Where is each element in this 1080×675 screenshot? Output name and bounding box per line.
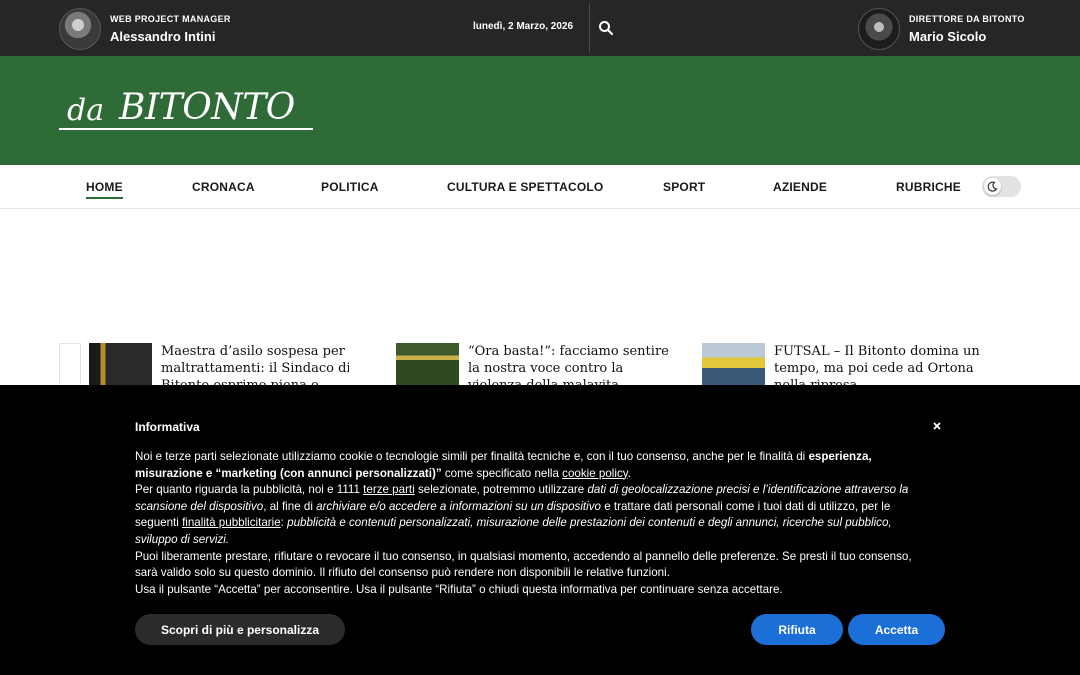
article-card[interactable]: FUTSAL – Il Bitonto domina un tempo, ma … [702, 343, 982, 385]
ad-purposes-link[interactable]: finalità pubblicitarie [182, 516, 281, 529]
avatar [858, 8, 900, 50]
site-header: da BITONTO [0, 56, 1080, 165]
main-nav: HOME CRONACA POLITICA CULTURA E SPETTACO… [0, 165, 1080, 209]
logo-prefix: da [67, 93, 105, 128]
nav-item-home[interactable]: HOME [86, 180, 123, 199]
divider [589, 3, 590, 53]
article-thumbnail [89, 343, 152, 385]
nav-item-cronaca[interactable]: CRONACA [192, 180, 255, 194]
third-parties-link[interactable]: terze parti [363, 483, 415, 496]
article-card[interactable]: Maestra d’asilo sospesa per maltrattamen… [89, 343, 349, 385]
web-project-manager[interactable]: WEB PROJECT MANAGER Alessandro Intini [59, 8, 231, 50]
close-icon[interactable] [929, 418, 945, 434]
cookie-paragraph-1: Noi e terze parti selezionate utilizziam… [135, 450, 872, 480]
cookie-text: Noi e terze parti selezionate utilizziam… [135, 449, 935, 598]
person-role: DIRETTORE DA BITONTO [909, 13, 1025, 24]
cookie-policy-link[interactable]: cookie policy [562, 467, 628, 480]
nav-item-rubriche[interactable]: RUBRICHE [896, 180, 961, 194]
person-role: WEB PROJECT MANAGER [110, 13, 231, 24]
cookie-title: Informativa [135, 420, 200, 434]
avatar [59, 8, 101, 50]
cookie-banner: Informativa Noi e terze parti selezionat… [0, 385, 1080, 675]
moon-icon [984, 178, 1001, 195]
cookie-paragraph-3: Puoi liberamente prestare, rifiutare o r… [135, 549, 912, 580]
accept-button[interactable]: Accetta [848, 614, 945, 645]
person-name: Alessandro Intini [110, 28, 216, 44]
article-title[interactable]: FUTSAL – Il Bitonto domina un tempo, ma … [774, 343, 982, 385]
cookie-paragraph-4: Usa il pulsante “Accetta” per acconsenti… [135, 582, 783, 596]
article-thumbnail [396, 343, 459, 385]
site-logo[interactable]: da BITONTO [59, 90, 313, 132]
person-name: Mario Sicolo [909, 28, 987, 44]
logo-name: BITONTO [119, 87, 295, 128]
article-card[interactable]: “Ora basta!”: facciamo sentire la nostra… [396, 343, 676, 385]
nav-item-sport[interactable]: SPORT [663, 180, 705, 194]
dark-mode-toggle[interactable] [982, 176, 1021, 197]
learn-more-customize-button[interactable]: Scopri di più e personalizza [135, 614, 345, 645]
article-title[interactable]: “Ora basta!”: facciamo sentire la nostra… [468, 343, 676, 385]
director[interactable]: DIRETTORE DA BITONTO Mario Sicolo [858, 8, 1025, 50]
reject-button[interactable]: Rifiuta [751, 614, 843, 645]
nav-item-cultura[interactable]: CULTURA E SPETTACOLO [447, 180, 603, 194]
article-thumbnail [702, 343, 765, 385]
current-date: lunedì, 2 Marzo, 2026 [473, 21, 574, 32]
nav-item-aziende[interactable]: AZIENDE [773, 180, 827, 194]
article-title[interactable]: Maestra d’asilo sospesa per maltrattamen… [161, 343, 349, 385]
top-bar: WEB PROJECT MANAGER Alessandro Intini lu… [0, 0, 1080, 56]
logo-underline [59, 128, 313, 130]
nav-item-politica[interactable]: POLITICA [321, 180, 379, 194]
cookie-paragraph-2: Per quanto riguarda la pubblicità, noi e… [135, 483, 909, 546]
search-icon[interactable] [598, 20, 614, 36]
carousel-prev-stub[interactable] [59, 343, 81, 385]
